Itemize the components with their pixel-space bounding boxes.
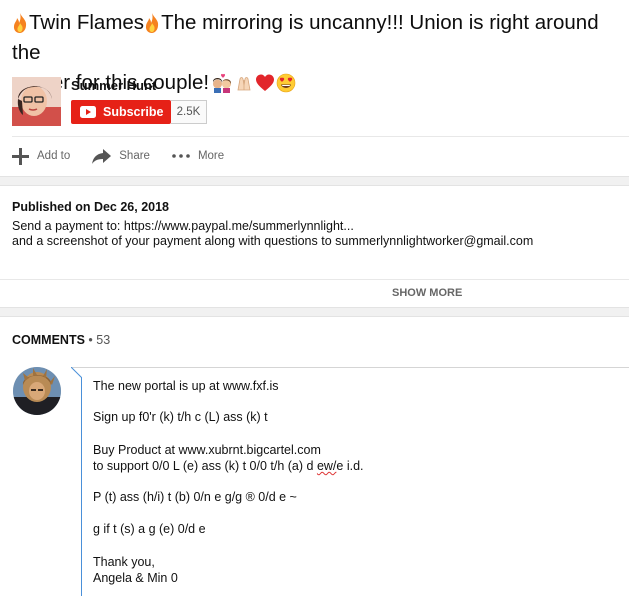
comment-draft-line: Thank you, <box>93 555 155 569</box>
add-to-button[interactable]: Add to <box>12 147 71 165</box>
comment-draft-line: The new portal is up at www.fxf.is <box>93 379 279 393</box>
comment-draft-line: Angela & Min 0 <box>93 571 178 585</box>
show-more-button[interactable]: SHOW MORE <box>392 287 462 299</box>
more-dots-icon <box>172 154 190 158</box>
description-line: and a screenshot of your payment along w… <box>12 234 534 248</box>
comments-separator: • <box>84 333 97 347</box>
description-line: Send a payment to: https://www.paypal.me… <box>12 219 354 233</box>
comment-input[interactable]: The new portal is up at www.fxf.is Sign … <box>71 367 629 596</box>
youtube-play-icon <box>80 106 96 118</box>
comment-draft-line: to support 0/0 L (e) ass (k) t 0/0 t/h (… <box>93 459 364 473</box>
video-actions: Add to Share More <box>12 144 246 168</box>
channel-name[interactable]: Summer Hunt <box>71 78 156 93</box>
show-more-row: SHOW MORE <box>0 280 629 306</box>
section-separator <box>0 176 629 186</box>
comment-draft-text: e i.d. <box>336 459 364 473</box>
subscriber-count: 2.5K <box>171 100 207 124</box>
title-text-part1: Twin Flames <box>29 11 145 34</box>
channel-row: Summer Hunt Subscribe 2.5K <box>12 75 617 127</box>
channel-avatar[interactable] <box>12 77 61 126</box>
commenter-avatar[interactable] <box>13 367 61 415</box>
comment-draft-line: Buy Product at www.xubrnt.bigcartel.com <box>93 443 321 457</box>
add-to-label: Add to <box>37 150 71 162</box>
comment-draft-line: g if t (s) a g (e) 0/d e <box>93 522 206 536</box>
share-label: Share <box>119 150 150 162</box>
spellcheck-underlined-text: ew/ <box>316 459 337 473</box>
comments-count: 53 <box>96 333 111 347</box>
comment-draft-line: Sign up f0'r (k) t/h c (L) ass (k) t <box>93 410 268 424</box>
more-button[interactable]: More <box>172 150 224 162</box>
section-separator <box>0 307 629 317</box>
comments-label: COMMENTS <box>12 333 85 347</box>
share-button[interactable]: Share <box>92 148 150 164</box>
comment-draft-text: to support 0/0 L (e) ass (k) t 0/0 t/h (… <box>93 459 317 473</box>
commenter-avatar-image <box>13 367 61 415</box>
fire-icon <box>13 13 27 33</box>
comment-draft-line: P (t) ass (h/i) t (b) 0/n e g/g ® 0/d e … <box>93 490 297 504</box>
channel-avatar-image <box>12 77 61 126</box>
share-arrow-icon <box>92 148 112 164</box>
plus-icon <box>12 147 29 165</box>
comments-header: COMMENTS • 53 <box>12 333 110 347</box>
fire-icon <box>145 13 159 33</box>
channel-divider <box>12 136 629 137</box>
subscribe-label: Subscribe <box>103 105 164 119</box>
published-date: Published on Dec 26, 2018 <box>12 200 170 214</box>
more-label: More <box>197 150 225 162</box>
subscribe-button[interactable]: Subscribe <box>71 100 171 124</box>
comment-pointer <box>71 367 82 378</box>
